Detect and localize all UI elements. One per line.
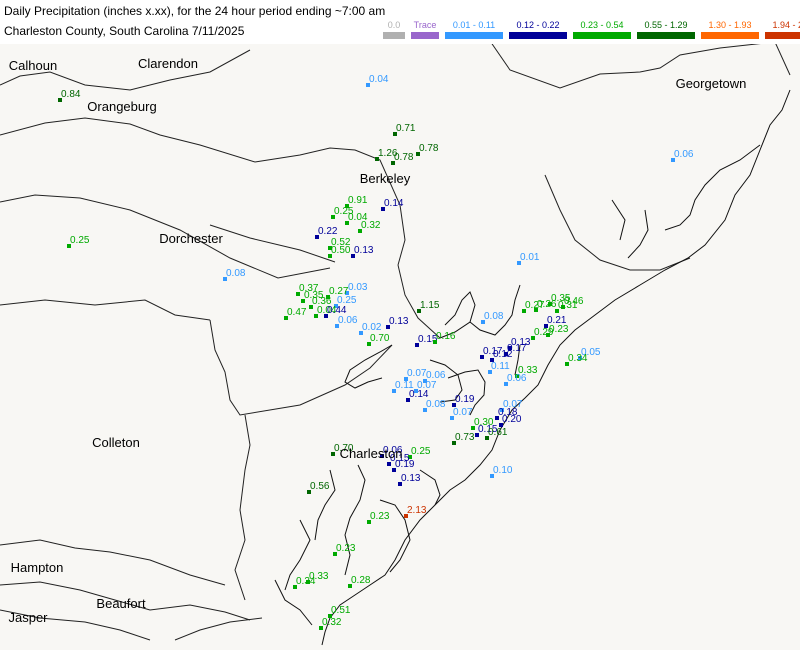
- station-value: 0.70: [370, 333, 390, 344]
- legend-item: 0.55 - 1.29: [637, 20, 695, 39]
- legend-label: 1.30 - 1.93: [708, 20, 752, 30]
- county-label: Orangeburg: [87, 99, 156, 114]
- legend-swatch: [573, 32, 631, 39]
- map-subtitle: Charleston County, South Carolina 7/11/2…: [4, 24, 245, 38]
- legend-label: 0.55 - 1.29: [644, 20, 688, 30]
- legend-swatch: [383, 32, 405, 39]
- county-label: Georgetown: [676, 76, 747, 91]
- station-value: 0.56: [310, 481, 330, 492]
- county-label: Clarendon: [138, 56, 198, 71]
- station-value: 0.25: [70, 235, 90, 246]
- station-value: 0.47: [287, 307, 307, 318]
- precipitation-map: 0.84 0.04 0.71 0.78 1.26 0.78 0.06 0.91 0.14 0.25…: [0, 0, 800, 650]
- station-value: 0.51: [331, 605, 351, 616]
- legend-item: Trace: [411, 20, 439, 39]
- legend-item: 0.23 - 0.54: [573, 20, 631, 39]
- map-canvas: 0.840.040.710.781.260.78 0.060.91 0.140.25…: [0, 0, 800, 650]
- station-value: 0.23: [370, 511, 390, 522]
- legend-label: Trace: [413, 20, 437, 30]
- station-value: 0.84: [61, 89, 81, 100]
- station-value: 0.50: [331, 245, 351, 256]
- station-value: 0.11: [491, 361, 510, 372]
- station-value: 0.17: [507, 343, 527, 354]
- station-value: 2.13: [407, 505, 427, 516]
- station-value: 0.07: [407, 368, 427, 379]
- legend-swatch: [637, 32, 695, 39]
- station-value: 0.20: [502, 414, 522, 425]
- station-value: 0.04: [369, 74, 389, 85]
- precipitation-legend: 0.0 Trace 0.01 - 0.11 0.12 - 0.22 0.23 - 0.5…: [383, 20, 800, 39]
- station-value: 0.61: [488, 427, 508, 438]
- legend-swatch: [445, 32, 503, 39]
- legend-label: 0.0: [387, 20, 401, 30]
- station-value: 0.07: [453, 407, 473, 418]
- legend-swatch: [701, 32, 759, 39]
- station-value: 0.06: [338, 315, 358, 326]
- station-value: 0.28: [351, 575, 371, 586]
- station-value: 0.34: [296, 576, 316, 587]
- legend-item: 1.30 - 1.93: [701, 20, 759, 39]
- county-label: Colleton: [92, 435, 140, 450]
- station-value: 0.71: [396, 123, 416, 134]
- station-value: 0.13: [389, 316, 409, 327]
- station-value: 0.32: [322, 617, 342, 628]
- legend-item: 0.0: [383, 20, 405, 39]
- station-value: 0.01: [520, 252, 540, 263]
- legend-label: 1.94 - 2.13: [772, 20, 800, 30]
- station-value: 0.73: [455, 432, 475, 443]
- station-value: 0.03: [348, 282, 368, 293]
- station-value: 0.10: [493, 465, 513, 476]
- legend-swatch: [765, 32, 800, 39]
- county-label: Charleston: [340, 446, 403, 461]
- county-label: Hampton: [11, 560, 64, 575]
- county-label: Berkeley: [360, 171, 411, 186]
- station-value: 0.34: [568, 353, 588, 364]
- station-value: 0.08: [426, 399, 446, 410]
- station-value: 0.02: [362, 322, 382, 333]
- station-value: 0.22: [318, 226, 338, 237]
- station-value: 0.78: [394, 152, 414, 163]
- map-header: Daily Precipitation (inches x.xx), for t…: [0, 0, 800, 44]
- station-value: 0.06: [507, 373, 527, 384]
- station-value: 1.15: [420, 300, 440, 311]
- station-value: 0.46: [564, 296, 584, 307]
- station-value: 0.19: [455, 394, 475, 405]
- station-value: 0.06: [674, 149, 694, 160]
- map-title: Daily Precipitation (inches x.xx), for t…: [4, 4, 386, 18]
- legend-swatch: [411, 32, 439, 39]
- legend-item: 1.94 - 2.13: [765, 20, 800, 39]
- station-value: 0.91: [348, 195, 368, 206]
- county-label: Calhoun: [9, 58, 57, 73]
- legend-label: 0.01 - 0.11: [452, 20, 496, 30]
- station-value: 0.08: [226, 268, 246, 279]
- legend-item: 0.01 - 0.11: [445, 20, 503, 39]
- station-value: 0.78: [419, 143, 439, 154]
- station-value: 0.16: [436, 331, 456, 342]
- station-value: 0.25: [411, 446, 431, 457]
- station-value: 0.08: [484, 311, 504, 322]
- county-label: Dorchester: [159, 231, 223, 246]
- station-value: 0.32: [361, 220, 381, 231]
- station-value: 0.23: [336, 543, 356, 554]
- station-value: 0.13: [401, 473, 421, 484]
- station-value: 0.13: [354, 245, 374, 256]
- legend-item: 0.12 - 0.22: [509, 20, 567, 39]
- county-label: Jasper: [8, 610, 48, 625]
- county-label: Beaufort: [96, 596, 146, 611]
- legend-label: 0.23 - 0.54: [580, 20, 624, 30]
- station-value: 0.14: [384, 198, 404, 209]
- legend-label: 0.12 - 0.22: [516, 20, 560, 30]
- legend-swatch: [509, 32, 567, 39]
- station-value: 0.29: [534, 327, 554, 338]
